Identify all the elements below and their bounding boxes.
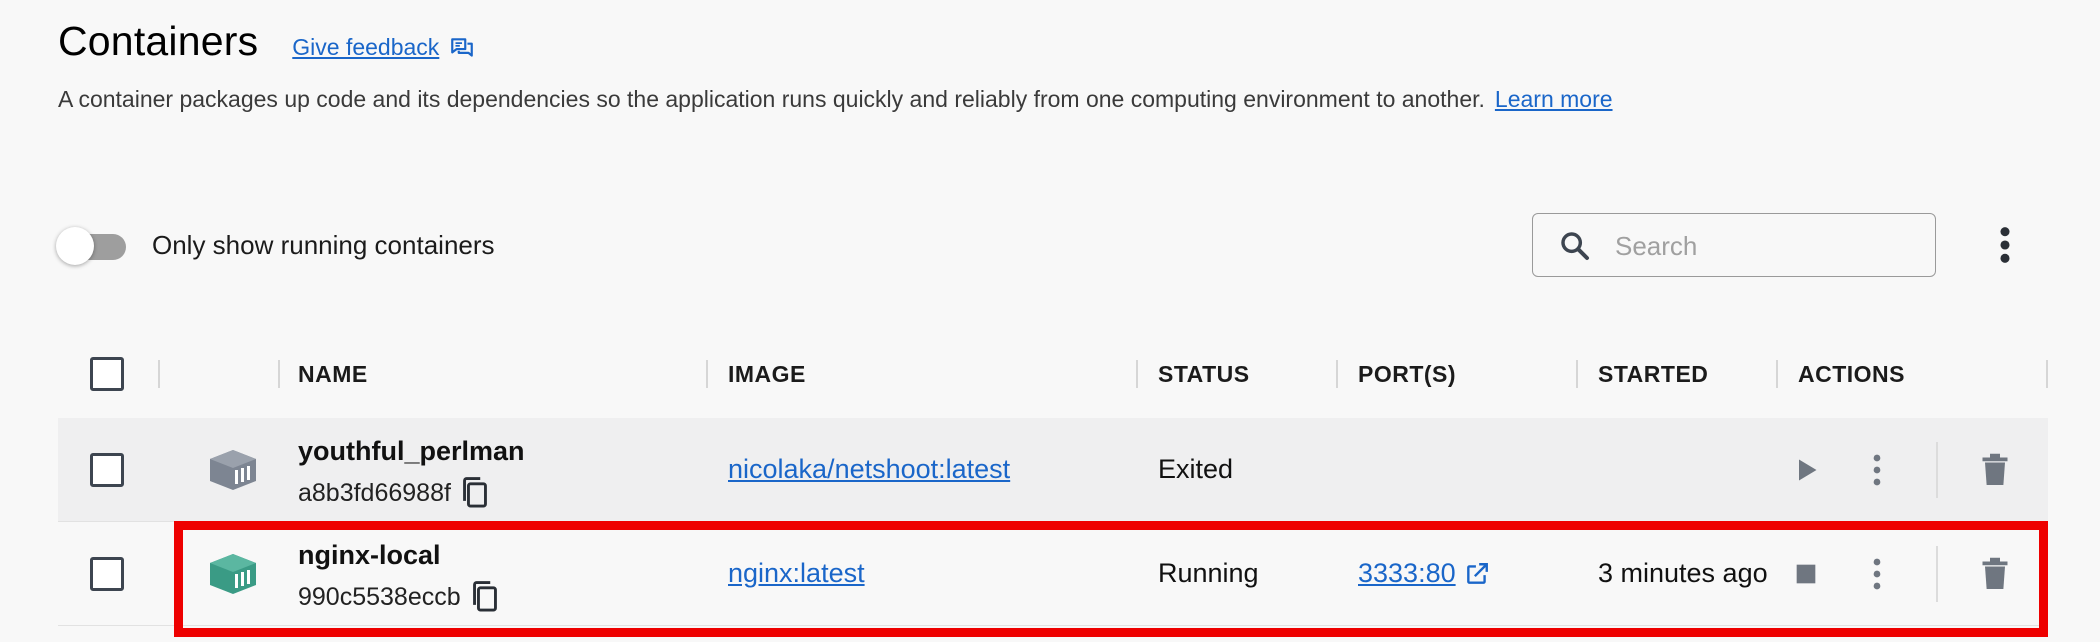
- row-checkbox[interactable]: [90, 557, 124, 591]
- column-header-ports[interactable]: PORT(S): [1358, 330, 1456, 418]
- give-feedback-label: Give feedback: [292, 34, 440, 60]
- give-feedback-link[interactable]: Give feedback: [292, 34, 475, 61]
- more-options-icon[interactable]: [1990, 225, 2020, 265]
- container-name[interactable]: youthful_perlman: [298, 436, 525, 467]
- select-all-checkbox[interactable]: [90, 357, 124, 391]
- play-icon[interactable]: [1792, 456, 1820, 484]
- column-header-actions: ACTIONS: [1798, 360, 1905, 387]
- toolbar: Only show running containers: [56, 210, 2016, 280]
- row-checkbox[interactable]: [90, 453, 124, 487]
- page-header: Containers Give feedback: [58, 18, 475, 65]
- learn-more-link[interactable]: Learn more: [1495, 86, 1613, 113]
- container-image-link[interactable]: nicolaka/netshoot:latest: [728, 454, 1010, 485]
- search-icon: [1561, 232, 1589, 260]
- column-divider: [1336, 360, 1338, 388]
- copy-icon[interactable]: [459, 476, 491, 510]
- column-header-status[interactable]: STATUS: [1158, 330, 1250, 418]
- column-divider: [278, 360, 280, 388]
- container-id-text: a8b3fd66988f: [298, 478, 451, 507]
- column-divider: [706, 360, 708, 388]
- container-icon: [210, 450, 256, 490]
- table-row[interactable]: youthful_perlman a8b3fd66988f nicolaka/n…: [58, 418, 2048, 522]
- container-id: a8b3fd66988f: [298, 476, 491, 510]
- column-divider: [158, 360, 160, 388]
- column-divider: [1576, 360, 1578, 388]
- description-text: A container packages up code and its dep…: [58, 86, 1485, 112]
- table-header: NAME IMAGE STATUS PORT(S) STARTED ACTION…: [58, 330, 2048, 418]
- toggle-knob: [56, 227, 94, 265]
- column-header-name[interactable]: NAME: [298, 330, 368, 418]
- search-input[interactable]: [1615, 226, 1915, 266]
- actions-divider: [1936, 442, 1938, 498]
- column-divider: [1776, 360, 1778, 388]
- search-box: [1532, 213, 1936, 277]
- column-divider: [1136, 360, 1138, 388]
- running-only-label: Only show running containers: [152, 230, 495, 260]
- container-status: Exited: [1158, 454, 1234, 484]
- highlight-box: [174, 521, 2048, 637]
- page-title: Containers: [58, 18, 259, 64]
- column-divider: [2046, 360, 2048, 388]
- feedback-icon: [451, 37, 474, 57]
- row-more-options-icon[interactable]: [1862, 452, 1892, 488]
- delete-icon[interactable]: [1980, 452, 2010, 488]
- page-description: A container packages up code and its dep…: [58, 86, 1613, 113]
- column-header-image[interactable]: IMAGE: [728, 330, 806, 418]
- column-header-started[interactable]: STARTED: [1598, 330, 1708, 418]
- running-only-toggle[interactable]: [56, 227, 128, 265]
